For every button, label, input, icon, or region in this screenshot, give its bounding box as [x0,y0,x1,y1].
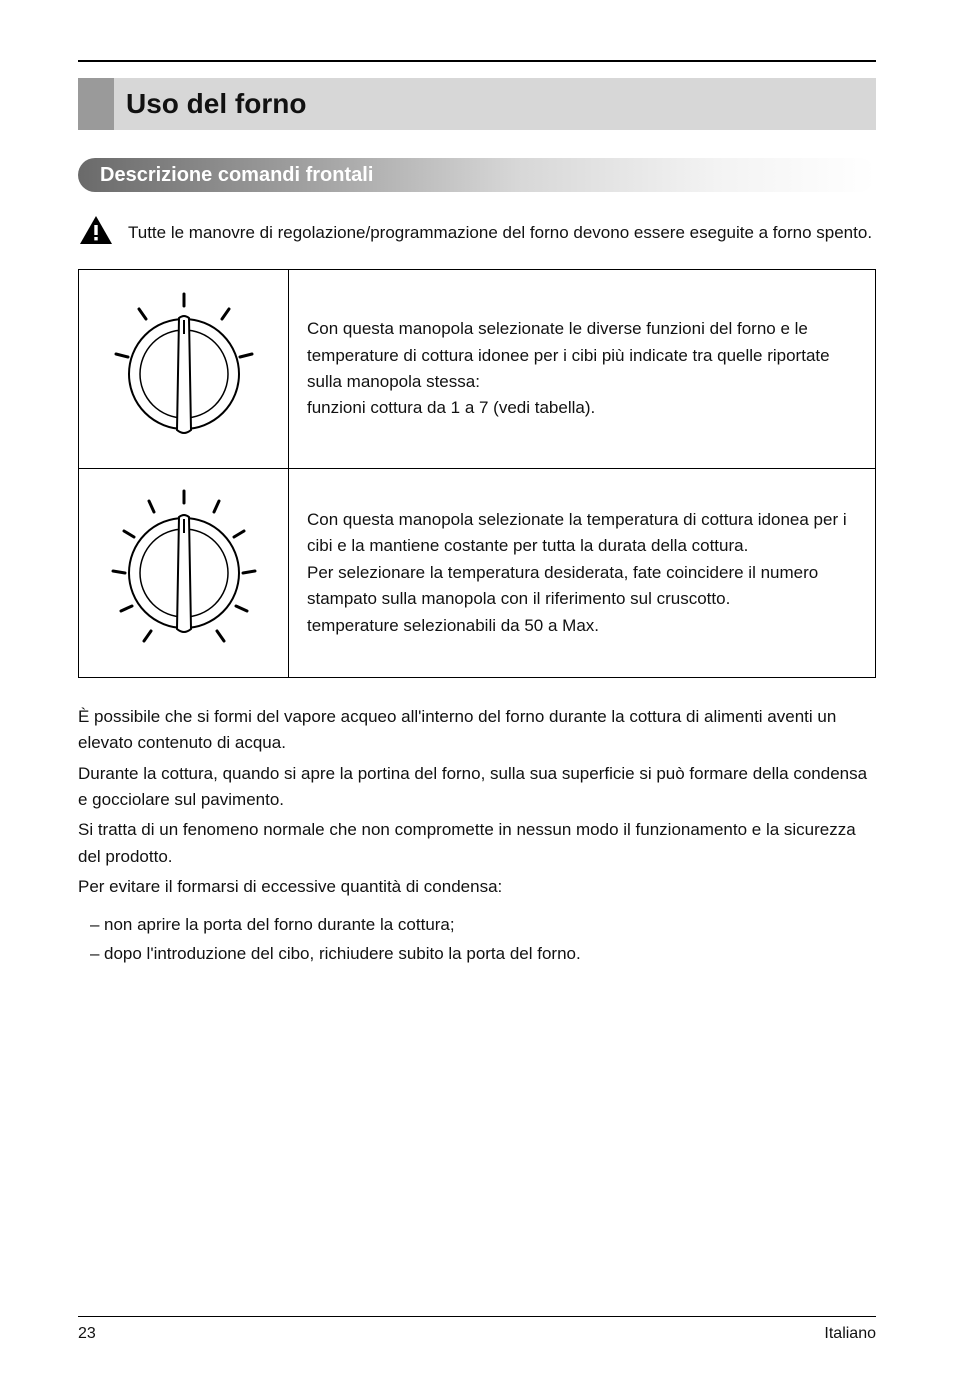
knob-desc-intro: Con questa manopola selezionate la tempe… [307,507,857,560]
footer-language: Italiano [824,1325,876,1343]
controls-table: Con questa manopola selezionate le diver… [78,269,876,678]
bullet-list: non aprire la porta del forno durante la… [78,912,876,967]
warning-icon [78,214,114,251]
note-line: Durante la cottura, quando si apre la po… [78,761,876,814]
knob-illustration-cell [79,469,289,678]
note-line: È possibile che si formi del vapore acqu… [78,704,876,757]
header-accent [78,78,114,130]
knob-description-cell: Con questa manopola selezionate le diver… [289,270,876,469]
section-header: Uso del forno [78,78,876,130]
note-line: Per evitare il formarsi di eccessive qua… [78,874,876,900]
selector-knob-icon [99,284,269,454]
table-row: Con questa manopola selezionate le diver… [79,270,876,469]
knob-desc-intro: Con questa manopola selezionate le diver… [307,316,857,395]
thermostat-knob-icon [99,483,269,663]
warning-text: Tutte le manovre di regolazione/programm… [128,221,872,245]
page-footer: 23 Italiano [78,1316,876,1343]
warning-callout: Tutte le manovre di regolazione/programm… [78,214,876,251]
list-item: non aprire la porta del forno durante la… [90,912,876,938]
knob-desc-range: temperature selezionabili da 50 a Max. [307,613,857,639]
knob-desc-action: Per selezionare la temperatura desiderat… [307,560,857,613]
table-row: Con questa manopola selezionate la tempe… [79,469,876,678]
list-item: dopo l'introduzione del cibo, richiudere… [90,941,876,967]
knob-desc-range: funzioni cottura da 1 a 7 (vedi tabella)… [307,395,857,421]
page-title: Uso del forno [114,78,876,130]
page-number: 23 [78,1325,96,1343]
knob-illustration-cell [79,270,289,469]
subsection-header: Descrizione comandi frontali [78,158,876,192]
notes-block: È possibile che si formi del vapore acqu… [78,704,876,900]
note-line: Si tratta di un fenomeno normale che non… [78,817,876,870]
knob-description-cell: Con questa manopola selezionate la tempe… [289,469,876,678]
